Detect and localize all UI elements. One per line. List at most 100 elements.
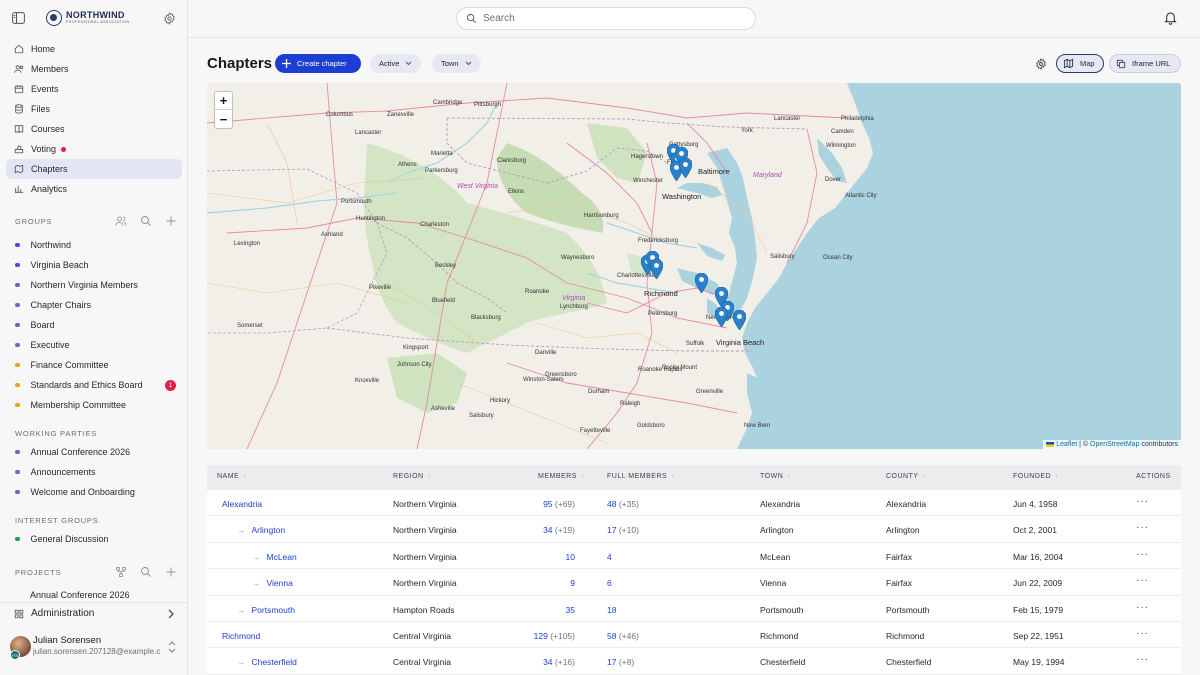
chapter-name-link[interactable]: Vienna [267,578,293,588]
zoom-out-button[interactable]: − [215,110,232,128]
full-members-count-link[interactable]: 48 [607,499,616,509]
map-view-toggle[interactable]: Map [1056,54,1104,73]
table-row[interactable]: → Chesterfield Central Virginia 34 (+16) 17 … [207,648,1181,675]
chapter-name-link[interactable]: Richmond [222,631,260,641]
view-settings-button[interactable] [1031,54,1050,73]
sidebar-item-files[interactable]: Files [6,99,182,119]
notifications-bell-icon[interactable] [1163,10,1178,26]
project-search-icon[interactable] [140,566,152,578]
administration-button[interactable]: Administration [0,602,187,624]
town-filter-dropdown[interactable]: Town [432,54,481,73]
column-header-full-members[interactable]: FULL MEMBERS ↕ [607,473,675,480]
full-members-count-link[interactable]: 17 [607,657,616,667]
row-actions-more-icon[interactable]: ··· [1136,496,1149,507]
map-marker-pin-icon[interactable] [715,307,728,327]
settings-gear-icon[interactable] [163,12,176,25]
group-item[interactable]: General Discussion [15,529,180,549]
row-actions-more-icon[interactable]: ··· [1136,654,1149,665]
sidebar-item-members[interactable]: Members [6,59,182,79]
chapter-name-link[interactable]: Arlington [252,525,286,535]
sidebar-item-home[interactable]: Home [6,39,182,59]
chapter-name-link[interactable]: Portsmouth [252,605,295,615]
sidebar-item-courses[interactable]: Courses [6,119,182,139]
full-members-count-link[interactable]: 17 [607,525,616,535]
map-place-label: Hickory [490,398,511,404]
group-color-dot [15,449,20,455]
table-row[interactable]: → Arlington Northern Virginia 34 (+19) 17 (+… [207,516,1181,543]
column-header-members[interactable]: MEMBERS ↕ [538,473,584,480]
group-search-icon[interactable] [140,215,152,227]
column-header-county[interactable]: COUNTY ↕ [886,473,926,480]
sidebar-item-label: Events [31,84,59,94]
iframe-url-button[interactable]: Iframe URL [1109,54,1181,73]
chapter-name-link[interactable]: McLean [267,552,297,562]
zoom-in-button[interactable]: + [215,92,232,110]
project-add-icon[interactable] [165,566,177,578]
group-item[interactable]: Northern Virginia Members [15,275,180,295]
status-filter-dropdown[interactable]: Active [370,54,422,73]
search-input[interactable]: Search [456,7,756,30]
table-row[interactable]: → Vienna Northern Virginia 9 6 Vienna Fairfax J… [207,569,1181,596]
table-row[interactable]: → Portsmouth Hampton Roads 35 18 Portsmouth Po… [207,596,1181,622]
group-item[interactable]: Northwind [15,235,180,255]
table-row[interactable]: Alexandria Northern Virginia 95 (+69) 48 (+… [207,490,1181,517]
row-actions-more-icon[interactable]: ··· [1136,628,1149,639]
group-item[interactable]: Membership Committee [15,395,180,415]
full-members-count-link[interactable]: 4 [607,552,612,562]
full-members-count-link[interactable]: 18 [607,605,616,615]
osm-link[interactable]: OpenStreetMap [1090,441,1139,448]
group-members-icon[interactable] [115,215,127,227]
group-item[interactable]: Standards and Ethics Board 1 [15,375,180,395]
column-header-founded[interactable]: FOUNDED ↕ [1013,473,1059,480]
group-item[interactable]: Virginia Beach [15,255,180,275]
map-marker-pin-icon[interactable] [650,259,663,279]
brand-logo[interactable]: NORTHWIND PROFESSIONAL ASSOCIATION [46,10,130,26]
map-place-label: Parkersburg [425,168,458,174]
chapter-name-link[interactable]: Chesterfield [252,657,297,667]
group-item[interactable]: Welcome and Onboarding [15,482,180,502]
chapter-name-link[interactable]: Alexandria [222,499,262,509]
members-count-link[interactable]: 35 [566,605,575,615]
row-actions-more-icon[interactable]: ··· [1136,549,1149,560]
group-item[interactable]: Executive [15,335,180,355]
map-place-label: Somerset [237,323,263,329]
map-marker-pin-icon[interactable] [695,273,708,293]
column-header-label: REGION [393,473,424,480]
column-header-name[interactable]: NAME ↕ [217,473,247,480]
user-menu[interactable]: ITS Julian Sorensen julian.sorensen.2071… [0,628,187,668]
table-row[interactable]: Richmond Central Virginia 129 (+105) 58 (+4… [207,622,1181,649]
map-place-label: Philadelphia [841,116,874,122]
group-item[interactable]: Board [15,315,180,335]
map-marker-pin-icon[interactable] [733,310,746,330]
group-item[interactable]: Chapter Chairs [15,295,180,315]
column-header-town[interactable]: TOWN ↕ [760,473,791,480]
table-row[interactable]: → McLean Northern Virginia 10 4 McLean Fairfax… [207,543,1181,570]
sidebar-toggle-icon[interactable] [12,12,25,24]
sidebar-item-events[interactable]: Events [6,79,182,99]
members-count-link[interactable]: 9 [570,578,575,588]
map-marker-pin-icon[interactable] [679,158,692,178]
sidebar-item-voting[interactable]: Voting [6,139,182,159]
row-actions-more-icon[interactable]: ··· [1136,575,1149,586]
group-item[interactable]: Announcements [15,462,180,482]
column-header-region[interactable]: REGION ↕ [393,473,431,480]
group-item[interactable]: Annual Conference 2026 [15,442,180,462]
leaflet-link[interactable]: Leaflet [1056,441,1077,448]
members-count-link[interactable]: 10 [566,552,575,562]
full-members-count-link[interactable]: 6 [607,578,612,588]
chapters-map[interactable]: Columbus Zanesville Lancaster Cambridge Athe… [207,83,1181,449]
sidebar-item-chapters[interactable]: Chapters [6,159,182,179]
sidebar-item-analytics[interactable]: Analytics [6,179,182,199]
full-members-count-link[interactable]: 58 [607,631,616,641]
members-count-link[interactable]: 95 [543,499,552,509]
members-count-link[interactable]: 34 [543,525,552,535]
create-chapter-button[interactable]: Create chapter [275,54,361,73]
group-item[interactable]: Finance Committee [15,355,180,375]
row-actions-more-icon[interactable]: ··· [1136,522,1149,533]
project-tree-icon[interactable] [115,566,127,578]
project-item-partial[interactable]: Annual Conference 2026 [30,591,140,599]
group-add-icon[interactable] [165,215,177,227]
members-count-link[interactable]: 129 [534,631,548,641]
members-count-link[interactable]: 34 [543,657,552,667]
row-actions-more-icon[interactable]: ··· [1136,602,1149,613]
